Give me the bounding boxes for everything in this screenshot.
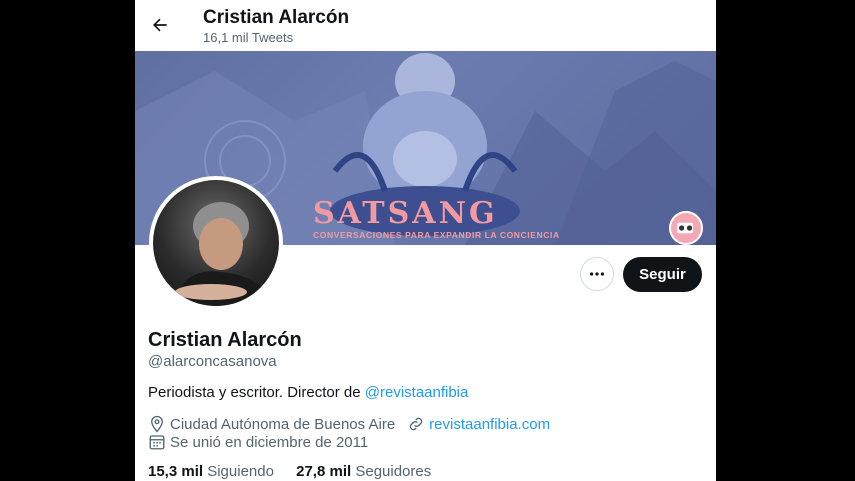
following-label: Siguiendo [207, 463, 274, 480]
right-margin [716, 0, 855, 481]
avatar-portrait [173, 202, 273, 306]
followers-count: 27,8 mil [296, 463, 352, 480]
banner-subtitle: CONVERSACIONES PARA EXPANDIR LA CONCIENC… [313, 230, 560, 240]
profile-page: Cristian Alarcón 16,1 mil Tweets SATSANG… [135, 0, 716, 481]
bio-text: Periodista y escritor. Director de [148, 384, 365, 401]
arrow-left-icon [153, 18, 167, 32]
header-name: Cristian Alarcón [203, 7, 350, 28]
calendar-icon [149, 435, 165, 450]
profile-location: Ciudad Autónoma de Buenos Aire [170, 415, 396, 433]
followers-label: Seguidores [355, 463, 432, 480]
back-button[interactable] [145, 10, 175, 40]
followers-stat[interactable]: 27,8 mil Seguidores [296, 463, 431, 480]
profile-handle: @alarconcasanova [148, 353, 277, 370]
more-options-button[interactable] [580, 257, 614, 291]
location-pin-icon [151, 415, 163, 433]
more-dots-icon [589, 272, 605, 276]
profile-website-link[interactable]: revistaanfibia.com [429, 416, 550, 433]
profile-joined-date: Se unió en diciembre de 2011 [170, 433, 369, 451]
avatar-photo [153, 180, 279, 306]
link-icon [409, 417, 423, 431]
bio-mention-link[interactable]: @revistaanfibia [365, 384, 469, 401]
following-stat[interactable]: 15,3 mil Siguiendo [148, 463, 274, 480]
header-tweet-count: 16,1 mil Tweets [203, 30, 294, 45]
profile-meta-row-1: Ciudad Autónoma de Buenos Aire revistaan… [148, 415, 550, 433]
profile-name: Cristian Alarcón [148, 329, 302, 351]
profile-meta-row-2: Se unió en diciembre de 2011 [148, 433, 368, 451]
follow-button[interactable]: Seguir [623, 257, 702, 292]
radio-logo-icon [677, 222, 694, 234]
profile-stats: 15,3 mil Siguiendo 27,8 mil Seguidores [148, 463, 449, 480]
top-bar: Cristian Alarcón 16,1 mil Tweets [135, 0, 716, 51]
profile-avatar[interactable] [149, 176, 283, 310]
profile-bio: Periodista y escritor. Director de @revi… [148, 384, 468, 401]
banner-logo [669, 211, 703, 245]
following-count: 15,3 mil [148, 463, 204, 480]
banner-title: SATSANG [313, 196, 498, 231]
